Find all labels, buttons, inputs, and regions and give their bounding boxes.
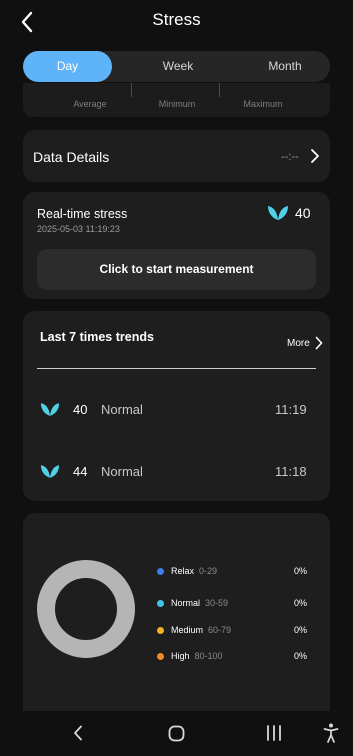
trends-card: Last 7 times trends More 40 Normal 11:19… [23,311,330,501]
stress-distribution-card: Relax 0-29 0% Normal 30-59 0% Medium 60-… [23,513,330,711]
tab-month[interactable]: Month [240,51,330,82]
legend-item-relax: Relax 0-29 [157,566,217,576]
trend-level: Normal [101,402,143,417]
tab-week[interactable]: Week [133,51,223,82]
chevron-right-icon [311,149,319,163]
legend-range: 0-29 [199,566,218,576]
leaf-icon [40,403,60,416]
data-details-value: --:-- [281,151,299,163]
period-tabs: Day Week Month [23,51,330,82]
trends-title: Last 7 times trends [40,330,154,344]
legend-range: 30-59 [205,598,229,608]
leaf-icon [268,206,288,220]
header: Stress [0,0,353,44]
average-label: Average [73,99,107,109]
trend-level: Normal [101,464,143,479]
legend-percent: 0% [294,598,308,608]
back-icon [74,725,82,741]
legend-percent: 0% [294,625,308,635]
recents-icon [267,725,281,741]
medium-dot [157,626,164,634]
accessibility-icon [323,723,339,743]
more-link[interactable]: More [287,336,323,350]
legend-range: 80-100 [194,651,223,661]
data-details-label: Data Details [33,149,110,165]
donut-chart [37,560,135,658]
trend-time: 11:18 [275,464,307,479]
accessibility-button[interactable] [319,720,343,746]
chevron-right-icon [315,336,323,350]
data-details-row[interactable]: Data Details --:-- [23,130,330,182]
tab-day[interactable]: Day [23,51,112,82]
trend-time: 11:19 [275,402,307,417]
legend-item-medium: Medium 60-79 [157,625,231,635]
realtime-timestamp: 2025-05-03 11:19:23 [37,224,120,234]
nav-recents-button[interactable] [262,721,286,745]
legend-percent: 0% [294,651,308,661]
legend-label: Normal [171,598,201,608]
realtime-title: Real-time stress [37,207,128,221]
trend-value: 44 [73,464,88,479]
legend-label: High [171,651,190,661]
system-nav-bar [0,711,353,756]
legend-label: Relax [171,566,195,576]
divider [37,368,316,369]
divider [131,83,132,97]
legend-item-high: High 80-100 [157,651,223,661]
donut-empty-ring [37,560,135,658]
trend-row[interactable]: 44 Normal 11:18 [40,463,310,483]
page-title: Stress [152,10,201,29]
legend-label: Medium [171,625,204,635]
high-dot [157,652,164,660]
realtime-stress-card: Real-time stress 2025-05-03 11:19:23 40 … [23,192,330,299]
stats-summary: Average Minimum Maximum [23,83,330,117]
nav-back-button[interactable] [66,721,90,745]
legend-percent: 0% [294,566,308,576]
divider [219,83,220,97]
trend-value: 40 [73,402,88,417]
more-label: More [287,337,310,349]
legend-item-normal: Normal 30-59 [157,598,228,608]
legend-range: 60-79 [208,625,232,635]
home-icon [168,725,184,741]
realtime-value: 40 [295,205,311,221]
maximum-label: Maximum [243,99,283,109]
leaf-icon [40,465,60,478]
relax-dot [157,567,164,575]
minimum-label: Minimum [158,99,196,109]
normal-dot [157,599,164,607]
nav-home-button[interactable] [164,721,188,745]
trend-row[interactable]: 40 Normal 11:19 [40,401,310,421]
start-measurement-button[interactable]: Click to start measurement [37,249,316,290]
